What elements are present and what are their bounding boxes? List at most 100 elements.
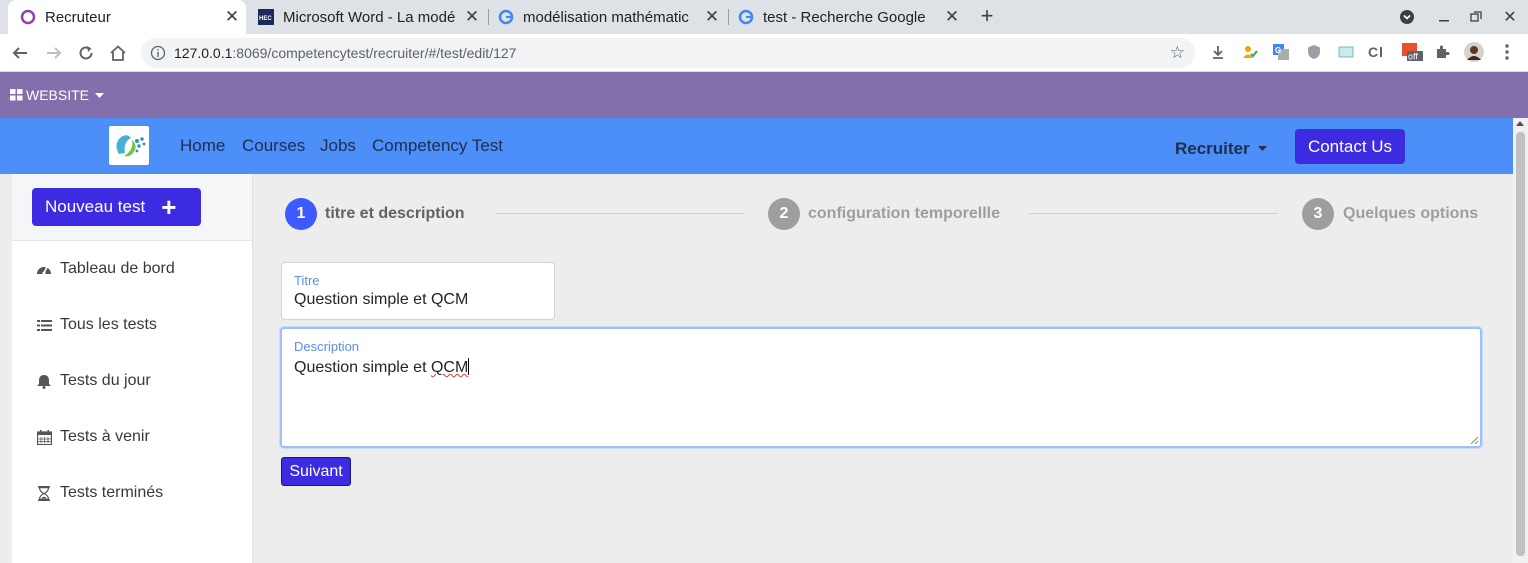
svg-text:C: C xyxy=(1368,44,1378,60)
tab-title: Microsoft Word - La modé xyxy=(283,8,456,26)
caret-down-icon xyxy=(1258,136,1268,156)
step-connector xyxy=(495,213,744,214)
next-button[interactable]: Suivant xyxy=(281,457,351,486)
website-menu[interactable]: WEBSITE xyxy=(10,87,105,103)
home-icon[interactable] xyxy=(106,41,130,65)
bell-icon xyxy=(36,373,52,389)
sidebar-item-finished-tests[interactable]: Tests terminés xyxy=(36,482,163,504)
site-logo[interactable] xyxy=(109,126,149,165)
google-icon xyxy=(498,9,514,25)
nav-competency-test[interactable]: Competency Test xyxy=(372,136,503,156)
site-navbar: Home Courses Jobs Competency Test Recrui… xyxy=(0,118,1513,174)
step-3-label: Quelques options xyxy=(1343,205,1479,222)
new-tab-button[interactable]: + xyxy=(976,5,998,29)
nav-courses[interactable]: Courses xyxy=(242,136,305,156)
close-window-icon[interactable]: ✕ xyxy=(1500,0,1520,34)
scrollbar-thumb[interactable] xyxy=(1516,132,1525,556)
sidebar-item-label: Tableau de bord xyxy=(60,260,175,277)
user-check-extension-icon[interactable] xyxy=(1241,43,1259,61)
translate-extension-icon[interactable]: G xyxy=(1272,43,1290,61)
description-textarea-value[interactable]: Question simple et QCM xyxy=(294,358,470,377)
sidebar-item-label: Tests terminés xyxy=(60,484,164,501)
off-badge-text: off xyxy=(1408,52,1418,62)
description-field[interactable]: Description Question simple et QCM xyxy=(280,327,1482,448)
step-1-circle: 1 xyxy=(285,198,317,230)
step-2-label: configuration temporellle xyxy=(808,205,1001,222)
hourglass-icon xyxy=(36,485,52,501)
website-admin-bar: WEBSITE xyxy=(0,72,1528,118)
tab-title: Recruteur xyxy=(45,8,111,26)
nav-jobs[interactable]: Jobs xyxy=(320,136,356,156)
title-field[interactable]: Titre Question simple et QCM xyxy=(281,262,555,320)
description-field-label: Description xyxy=(294,339,360,354)
download-icon[interactable] xyxy=(1209,43,1227,61)
sidebar-header: Nouveau test + xyxy=(12,174,252,241)
close-tab-icon[interactable]: ✕ xyxy=(702,7,722,27)
tab-search-icon[interactable] xyxy=(1396,0,1418,34)
grid-icon xyxy=(10,89,23,101)
step-connector xyxy=(1029,213,1278,214)
plus-icon: + xyxy=(161,192,177,222)
shield-extension-icon[interactable] xyxy=(1305,43,1323,61)
screen-extension-icon[interactable] xyxy=(1337,43,1355,61)
tab-modelisation[interactable]: modélisation mathématic ✕ xyxy=(492,0,726,34)
svg-text:G: G xyxy=(1275,46,1281,55)
tab-title: test - Recherche Google xyxy=(763,8,926,26)
recruiter-dropdown[interactable]: Recruiter xyxy=(1175,136,1268,159)
calendar-icon xyxy=(36,429,52,445)
off-extension-icon[interactable]: off xyxy=(1401,43,1423,62)
contact-us-button[interactable]: Contact Us xyxy=(1295,129,1405,164)
dashboard-icon xyxy=(36,261,52,277)
step-3-circle: 3 xyxy=(1302,198,1334,230)
scroll-up-arrow-icon[interactable] xyxy=(1516,121,1524,126)
sidebar-item-dashboard[interactable]: Tableau de bord xyxy=(36,258,175,280)
svg-text:HEC: HEC xyxy=(259,16,272,22)
tab-word[interactable]: HEC Microsoft Word - La modé ✕ xyxy=(252,0,486,34)
hec-icon: HEC xyxy=(258,9,274,25)
sidebar-item-label: Tests à venir xyxy=(60,428,150,445)
profile-avatar[interactable] xyxy=(1464,42,1484,62)
new-test-button[interactable]: Nouveau test + xyxy=(32,188,201,226)
url-text: 127.0.0.1:8069/competencytest/recruiter/… xyxy=(174,45,517,61)
restore-icon[interactable] xyxy=(1466,0,1486,34)
browser-toolbar: 127.0.0.1:8069/competencytest/recruiter/… xyxy=(0,34,1528,72)
sidebar-item-all-tests[interactable]: Tous les tests xyxy=(36,314,157,336)
browser-tab-strip: Recruteur ✕ HEC Microsoft Word - La modé… xyxy=(0,0,1528,34)
puzzle-extension-icon[interactable] xyxy=(1433,43,1451,61)
new-test-label: Nouveau test xyxy=(45,197,146,216)
circle-o-icon xyxy=(20,9,36,25)
misspelled-word: QCM xyxy=(430,359,469,376)
resize-grip-icon[interactable] xyxy=(1470,436,1478,444)
tab-test-recherche[interactable]: test - Recherche Google ✕ xyxy=(732,0,966,34)
info-icon[interactable] xyxy=(150,45,166,66)
step-2-circle: 2 xyxy=(768,198,800,230)
recruiter-sidebar: Nouveau test + Tableau de bord Tous les … xyxy=(12,174,253,563)
close-tab-icon[interactable]: ✕ xyxy=(942,7,962,27)
tab-recruteur[interactable]: Recruteur ✕ xyxy=(8,0,246,34)
menu-kebab-icon[interactable] xyxy=(1498,43,1516,61)
sidebar-item-today-tests[interactable]: Tests du jour xyxy=(36,370,151,392)
close-tab-icon[interactable]: ✕ xyxy=(462,7,482,27)
list-icon xyxy=(36,317,52,333)
text-caret xyxy=(468,358,470,375)
minimize-icon[interactable] xyxy=(1434,0,1454,34)
sidebar-item-upcoming-tests[interactable]: Tests à venir xyxy=(36,426,150,448)
sidebar-item-label: Tests du jour xyxy=(60,372,151,389)
reload-icon[interactable] xyxy=(74,41,98,65)
website-label: WEBSITE xyxy=(26,87,90,103)
address-bar[interactable]: 127.0.0.1:8069/competencytest/recruiter/… xyxy=(141,38,1195,68)
google-icon xyxy=(738,9,754,25)
title-field-label: Titre xyxy=(294,273,320,288)
code-extension-icon[interactable]: C xyxy=(1368,43,1386,61)
bookmark-star-icon[interactable]: ☆ xyxy=(1170,43,1185,63)
recruiter-label: Recruiter xyxy=(1175,139,1250,158)
forward-icon[interactable] xyxy=(42,41,66,65)
title-input-value[interactable]: Question simple et QCM xyxy=(294,291,468,309)
nav-home[interactable]: Home xyxy=(180,136,225,156)
close-tab-icon[interactable]: ✕ xyxy=(222,7,242,27)
tab-title: modélisation mathématic xyxy=(523,8,689,26)
page-scrollbar[interactable] xyxy=(1513,118,1528,563)
back-icon[interactable] xyxy=(8,41,32,65)
step-1-label: titre et description xyxy=(325,205,465,222)
sidebar-item-label: Tous les tests xyxy=(60,316,157,333)
